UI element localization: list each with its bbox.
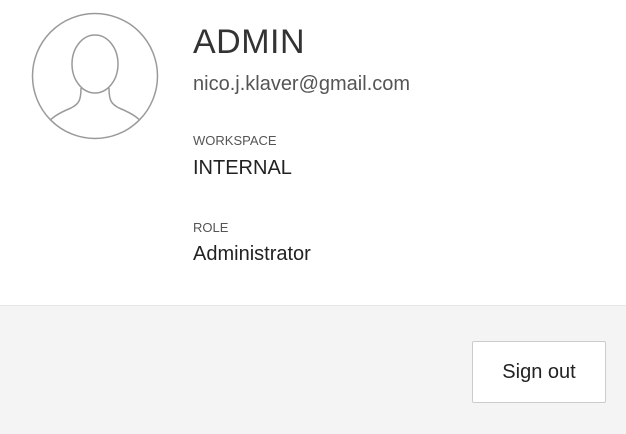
- username: ADMIN: [193, 23, 306, 61]
- user-placeholder-icon: [31, 12, 159, 140]
- sign-out-button[interactable]: Sign out: [472, 341, 606, 403]
- role-value: Administrator: [193, 243, 311, 265]
- account-panel: ADMIN nico.j.klaver@gmail.com WORKSPACE …: [0, 0, 626, 434]
- workspace-value: INTERNAL: [193, 157, 292, 179]
- workspace-label: WORKSPACE: [193, 133, 277, 148]
- panel-footer: Sign out: [0, 305, 626, 434]
- profile-section: ADMIN nico.j.klaver@gmail.com WORKSPACE …: [0, 0, 626, 305]
- avatar: [31, 12, 159, 140]
- email: nico.j.klaver@gmail.com: [193, 73, 411, 95]
- role-label: ROLE: [193, 220, 229, 235]
